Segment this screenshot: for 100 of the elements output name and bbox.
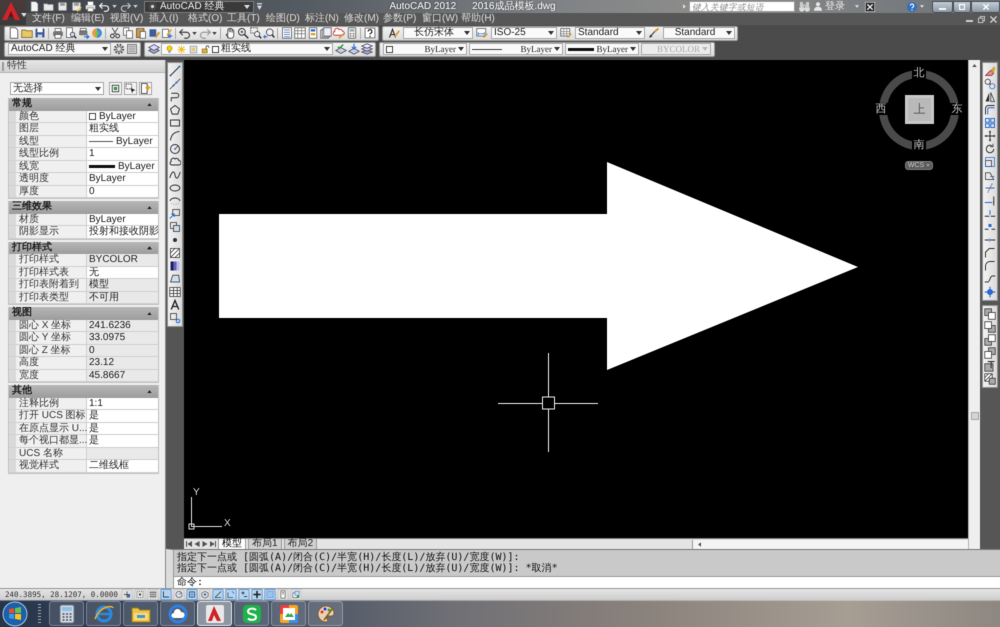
scrollbar-thumb[interactable] <box>970 412 978 420</box>
ellipse-arc-icon[interactable] <box>169 195 181 207</box>
collapse-triangle-icon[interactable] <box>147 246 152 250</box>
text-style-dropdown[interactable]: 长仿宋体 <box>403 27 473 39</box>
menu-item[interactable]: 视图(V) <box>110 13 144 25</box>
menu-item[interactable]: 工具(T) <box>227 13 261 25</box>
taskbar-button[interactable] <box>234 601 269 626</box>
text-icon[interactable] <box>169 299 181 311</box>
page-magnifier-icon[interactable] <box>64 27 76 39</box>
right-angle-icon[interactable] <box>160 589 172 600</box>
layer-arrow-icon[interactable] <box>348 43 360 55</box>
linetype-dropdown[interactable]: ByLayer <box>469 43 563 55</box>
angle-lines-icon[interactable] <box>212 589 224 600</box>
cloud-outline-icon[interactable] <box>169 156 181 168</box>
collapse-triangle-icon[interactable] <box>147 206 152 209</box>
arc-icon[interactable] <box>169 130 181 142</box>
cursor-box-icon[interactable] <box>124 82 137 95</box>
thick-cross-icon[interactable] <box>251 589 264 600</box>
folder-icon[interactable] <box>20 27 32 39</box>
cube-target-icon[interactable] <box>199 589 212 600</box>
gradient-fill-icon[interactable] <box>169 260 181 272</box>
maximize-button[interactable] <box>953 0 971 12</box>
lineweight-dropdown[interactable]: ByLayer <box>565 43 639 55</box>
floppy-pencil-icon[interactable] <box>70 1 82 12</box>
layer-stack-icon[interactable] <box>360 43 372 55</box>
color-dropdown[interactable]: ByLayer <box>383 43 467 55</box>
compass-south-label[interactable]: 南 <box>912 139 926 151</box>
offset-curves-icon[interactable] <box>984 104 996 116</box>
person-icon[interactable] <box>814 2 822 11</box>
binoculars-icon[interactable] <box>799 2 810 12</box>
redo-icon[interactable] <box>120 1 130 12</box>
clipboard-icon[interactable] <box>134 27 146 39</box>
grid-lines-icon[interactable] <box>126 43 138 55</box>
overlapping-squares-icon[interactable] <box>290 589 302 600</box>
chamfer-corner-icon[interactable] <box>984 247 996 259</box>
command-input-field[interactable]: 命令: <box>174 576 1000 588</box>
menu-item[interactable]: 文件(F) <box>32 13 66 25</box>
stacked-squares-icon[interactable] <box>984 308 996 320</box>
plus-minus-icon[interactable] <box>238 589 250 600</box>
hatched-squares-icon[interactable] <box>984 373 996 385</box>
pan-hand-icon[interactable] <box>224 27 236 39</box>
colored-sphere-icon[interactable] <box>90 27 102 39</box>
line-two-points-icon[interactable] <box>169 78 181 90</box>
property-value-cell[interactable]: ByLayer <box>87 110 158 122</box>
viewcube-top-face[interactable]: 上 <box>905 95 934 124</box>
line-segment-icon[interactable] <box>169 65 181 77</box>
right-triangle-icon[interactable] <box>202 541 208 547</box>
compass-east-label[interactable]: 东 <box>950 103 964 115</box>
overlapping-squares-icon[interactable] <box>169 221 181 233</box>
square-dot-icon[interactable] <box>109 82 122 95</box>
gear-icon[interactable] <box>112 43 124 55</box>
layout-tab[interactable]: 布局2 <box>284 538 318 550</box>
taskbar-button[interactable] <box>86 601 121 626</box>
rounded-corner-icon[interactable] <box>984 260 996 272</box>
table-style-icon[interactable] <box>560 27 572 39</box>
section-header[interactable]: 视图 <box>9 307 158 320</box>
horizontal-scrollbar[interactable] <box>692 540 968 548</box>
dimension-style-dropdown[interactable]: ISO-25 <box>491 27 557 39</box>
rectangle-icon[interactable] <box>169 117 181 129</box>
dimension-style-icon[interactable] <box>476 27 488 39</box>
caret-icon[interactable] <box>133 5 138 8</box>
polyline-icon[interactable] <box>169 91 181 103</box>
burst-icon[interactable] <box>984 286 996 298</box>
grid-panel-icon[interactable] <box>294 27 306 39</box>
dotted-tile-icon[interactable] <box>264 589 276 600</box>
zoom-window-icon[interactable] <box>250 27 262 39</box>
skip-left-icon[interactable] <box>186 541 192 547</box>
layout-tab[interactable]: 模型 <box>218 538 246 550</box>
stacked-layers-icon[interactable] <box>148 43 160 55</box>
stacked-sheets-icon[interactable] <box>320 27 332 39</box>
menu-item[interactable]: 插入(I) <box>149 13 183 25</box>
stacked-squares-icon[interactable] <box>984 334 996 346</box>
scroll-left-icon[interactable] <box>698 542 701 546</box>
polar-circle-icon[interactable] <box>173 589 186 600</box>
region-icon[interactable] <box>169 273 181 285</box>
extend-icon[interactable] <box>984 195 996 207</box>
trim-icon[interactable] <box>984 182 996 194</box>
caret-icon[interactable] <box>21 13 27 17</box>
taskbar-button[interactable] <box>308 601 343 626</box>
property-value-cell[interactable]: 是 <box>87 435 158 446</box>
help-icon[interactable] <box>364 27 376 39</box>
start-orb-icon[interactable] <box>2 600 28 626</box>
spline-icon[interactable] <box>169 169 181 181</box>
zoom-icon[interactable] <box>236 27 248 39</box>
sign-in-link[interactable]: 登录 <box>825 0 845 12</box>
rotate-icon[interactable] <box>984 143 996 155</box>
caret-icon[interactable] <box>212 32 217 34</box>
caret-icon[interactable] <box>192 32 197 34</box>
property-value-cell[interactable]: 0 <box>87 186 158 197</box>
property-value-cell[interactable]: 是 <box>87 422 158 434</box>
caret-right-icon[interactable] <box>683 4 686 9</box>
left-triangle-icon[interactable] <box>194 541 200 547</box>
grid-icon[interactable] <box>147 589 160 600</box>
collapse-triangle-icon[interactable] <box>147 390 152 393</box>
section-header[interactable]: 三维效果 <box>9 201 158 214</box>
blend-curve-icon[interactable] <box>984 273 996 285</box>
stacked-squares-icon[interactable] <box>984 321 996 333</box>
printer-icon[interactable] <box>84 1 96 12</box>
property-value-cell[interactable]: 无 <box>87 266 158 278</box>
ellipse-icon[interactable] <box>169 182 181 194</box>
